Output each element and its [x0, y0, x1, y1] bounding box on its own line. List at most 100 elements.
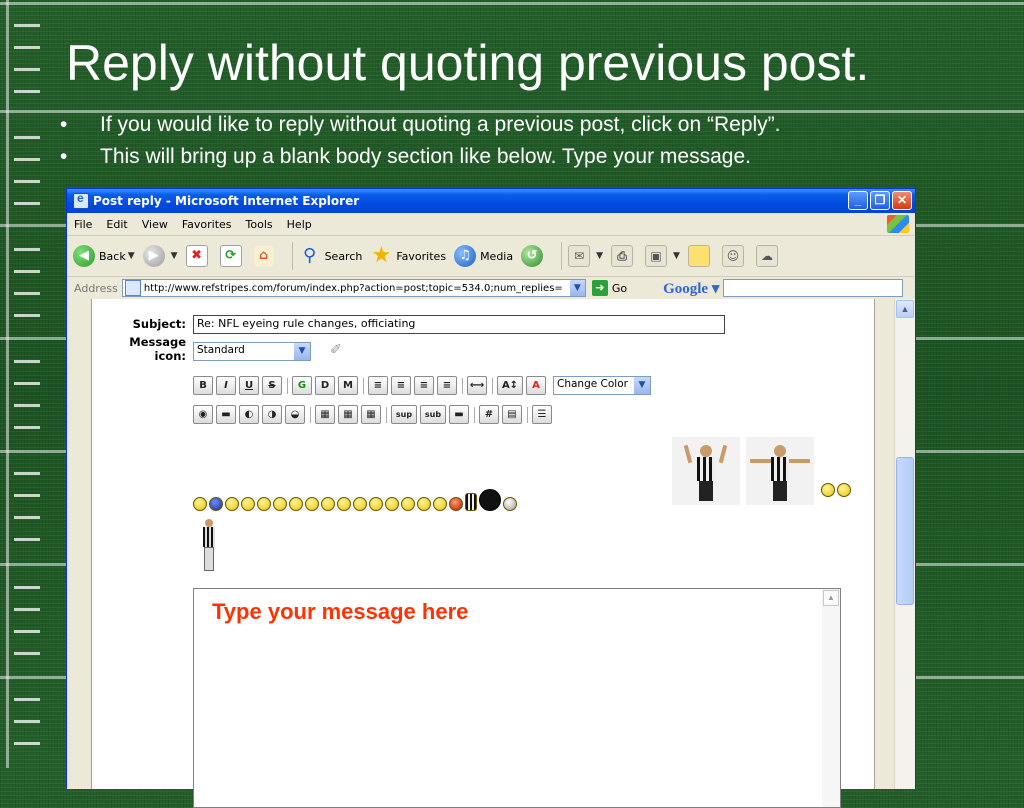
message-icon-select[interactable]: Standard ▼ [193, 342, 311, 361]
smiley-icon[interactable] [385, 497, 399, 511]
smiley-icon[interactable] [821, 483, 835, 497]
smiley-icon[interactable] [353, 497, 367, 511]
align-center-button[interactable]: ≡ [391, 376, 411, 395]
chevron-down-icon[interactable]: ▼ [569, 280, 585, 296]
devil-smiley-icon[interactable] [449, 497, 463, 511]
ftp-button[interactable]: ◒ [285, 405, 305, 424]
font-size-button[interactable]: A↕ [497, 376, 523, 395]
menu-tools[interactable]: Tools [239, 218, 280, 231]
smiley-icon[interactable] [257, 497, 271, 511]
window-titlebar[interactable]: Post reply - Microsoft Internet Explorer… [67, 189, 915, 213]
afro-smiley-icon[interactable] [479, 489, 501, 511]
horizontal-rule-button[interactable]: ⟷ [467, 376, 487, 395]
close-button[interactable]: ✕ [892, 191, 912, 210]
hyperlink-button[interactable]: ◐ [239, 405, 259, 424]
smiley-icon[interactable] [225, 497, 239, 511]
smiley-icon[interactable] [837, 483, 851, 497]
referee-standing-icon[interactable] [200, 519, 218, 575]
media-button[interactable]: ♫ Media [454, 245, 513, 267]
marquee-button[interactable]: M [338, 376, 358, 395]
scroll-thumb[interactable] [896, 457, 914, 605]
font-face-button[interactable]: A [526, 376, 546, 395]
smiley-icon[interactable] [369, 497, 383, 511]
research-button[interactable]: ☁ [755, 245, 782, 267]
chevron-down-icon[interactable]: ▼ [596, 251, 603, 261]
minimize-button[interactable]: _ [848, 191, 868, 210]
scroll-up-icon[interactable]: ▲ [823, 590, 839, 606]
referee-arms-out-icon[interactable] [746, 437, 814, 505]
referee-touchdown-icon[interactable] [672, 437, 740, 505]
strikethrough-button[interactable]: S [262, 376, 282, 395]
police-smiley-icon[interactable] [209, 497, 223, 511]
smiley-icon[interactable] [289, 497, 303, 511]
discuss-button[interactable] [687, 245, 714, 267]
chevron-down-icon[interactable]: ▼ [634, 377, 650, 394]
table-column-button[interactable]: ▦ [361, 405, 381, 424]
table-button[interactable]: ▦ [315, 405, 335, 424]
smiley-icon[interactable] [433, 497, 447, 511]
go-arrow-icon[interactable]: ➜ [591, 280, 608, 296]
smiley-icon[interactable] [305, 497, 319, 511]
smiley-icon[interactable] [321, 497, 335, 511]
formatting-toolbar-row2: ◉ ▬ ◐ ◑ ◒ ▦ ▦ ▦ sup sub ▬ # ▤ ☰ [193, 405, 555, 424]
address-input[interactable]: http://www.refstripes.com/forum/index.ph… [121, 279, 586, 297]
textarea-scrollbar[interactable]: ▲ [822, 589, 840, 807]
teletype-button[interactable]: ▬ [449, 405, 469, 424]
menu-edit[interactable]: Edit [99, 218, 134, 231]
glow-button[interactable]: G [292, 376, 312, 395]
google-search-input[interactable] [723, 279, 904, 297]
print-button[interactable]: ⎙ [611, 245, 637, 267]
code-button[interactable]: # [479, 405, 499, 424]
email-button[interactable]: ◑ [262, 405, 282, 424]
back-button[interactable]: ◀ Back ▼ [73, 245, 135, 267]
restore-button[interactable]: ❐ [870, 191, 890, 210]
edit-button[interactable]: ▣ ▼ [645, 245, 680, 267]
quote-button[interactable]: ▤ [502, 405, 522, 424]
subject-input[interactable]: Re: NFL eyeing rule changes, officiating [193, 315, 725, 334]
go-button[interactable]: Go [612, 282, 627, 295]
favorites-button[interactable]: ★ Favorites [370, 245, 446, 267]
smiley-icon[interactable] [193, 497, 207, 511]
chevron-down-icon[interactable]: ▼ [171, 251, 178, 261]
menu-help[interactable]: Help [280, 218, 319, 231]
scroll-up-icon[interactable]: ▲ [896, 300, 914, 318]
chevron-down-icon[interactable]: ▼ [294, 343, 310, 360]
smiley-icon[interactable] [241, 497, 255, 511]
flash-button[interactable]: ◉ [193, 405, 213, 424]
align-left-button[interactable]: ≡ [368, 376, 388, 395]
smiley-icon[interactable] [273, 497, 287, 511]
referee-smiley-icon[interactable] [503, 497, 517, 511]
justify-button[interactable]: ≡ [437, 376, 457, 395]
menu-file[interactable]: File [67, 218, 99, 231]
message-textarea[interactable]: Type your message here ▲ [193, 588, 841, 808]
smiley-icon[interactable] [417, 497, 431, 511]
image-button[interactable]: ▬ [216, 405, 236, 424]
refresh-button[interactable]: ⟳ [219, 245, 246, 267]
bold-button[interactable]: B [193, 376, 213, 395]
smiley-icon[interactable] [401, 497, 415, 511]
stop-button[interactable]: ✖ [185, 245, 212, 267]
history-button[interactable]: ↺ [521, 245, 547, 267]
forward-button[interactable]: ▶ ▼ [142, 245, 178, 267]
mail-button[interactable]: ✉ ▼ [568, 245, 603, 267]
superscript-button[interactable]: sup [391, 405, 417, 424]
messenger-button[interactable]: ☺ [721, 245, 748, 267]
list-button[interactable]: ☰ [532, 405, 552, 424]
menu-view[interactable]: View [135, 218, 175, 231]
underline-button[interactable]: U [239, 376, 259, 395]
home-button[interactable]: ⌂ [253, 246, 278, 266]
subscript-button[interactable]: sub [420, 405, 446, 424]
zebra-icon[interactable] [465, 493, 477, 511]
shadow-button[interactable]: D [315, 376, 335, 395]
italic-button[interactable]: I [216, 376, 236, 395]
change-color-select[interactable]: Change Color ▼ [553, 376, 651, 395]
table-row-button[interactable]: ▦ [338, 405, 358, 424]
page-scrollbar[interactable]: ▲ [894, 299, 915, 789]
chevron-down-icon[interactable]: ▼ [128, 251, 135, 261]
menu-favorites[interactable]: Favorites [175, 218, 239, 231]
chevron-down-icon[interactable]: ▼ [673, 251, 680, 261]
search-button[interactable]: ⚲ Search [299, 245, 362, 267]
align-right-button[interactable]: ≡ [414, 376, 434, 395]
smiley-icon[interactable] [337, 497, 351, 511]
google-toolbar-logo[interactable]: Google ▾ [663, 279, 719, 298]
